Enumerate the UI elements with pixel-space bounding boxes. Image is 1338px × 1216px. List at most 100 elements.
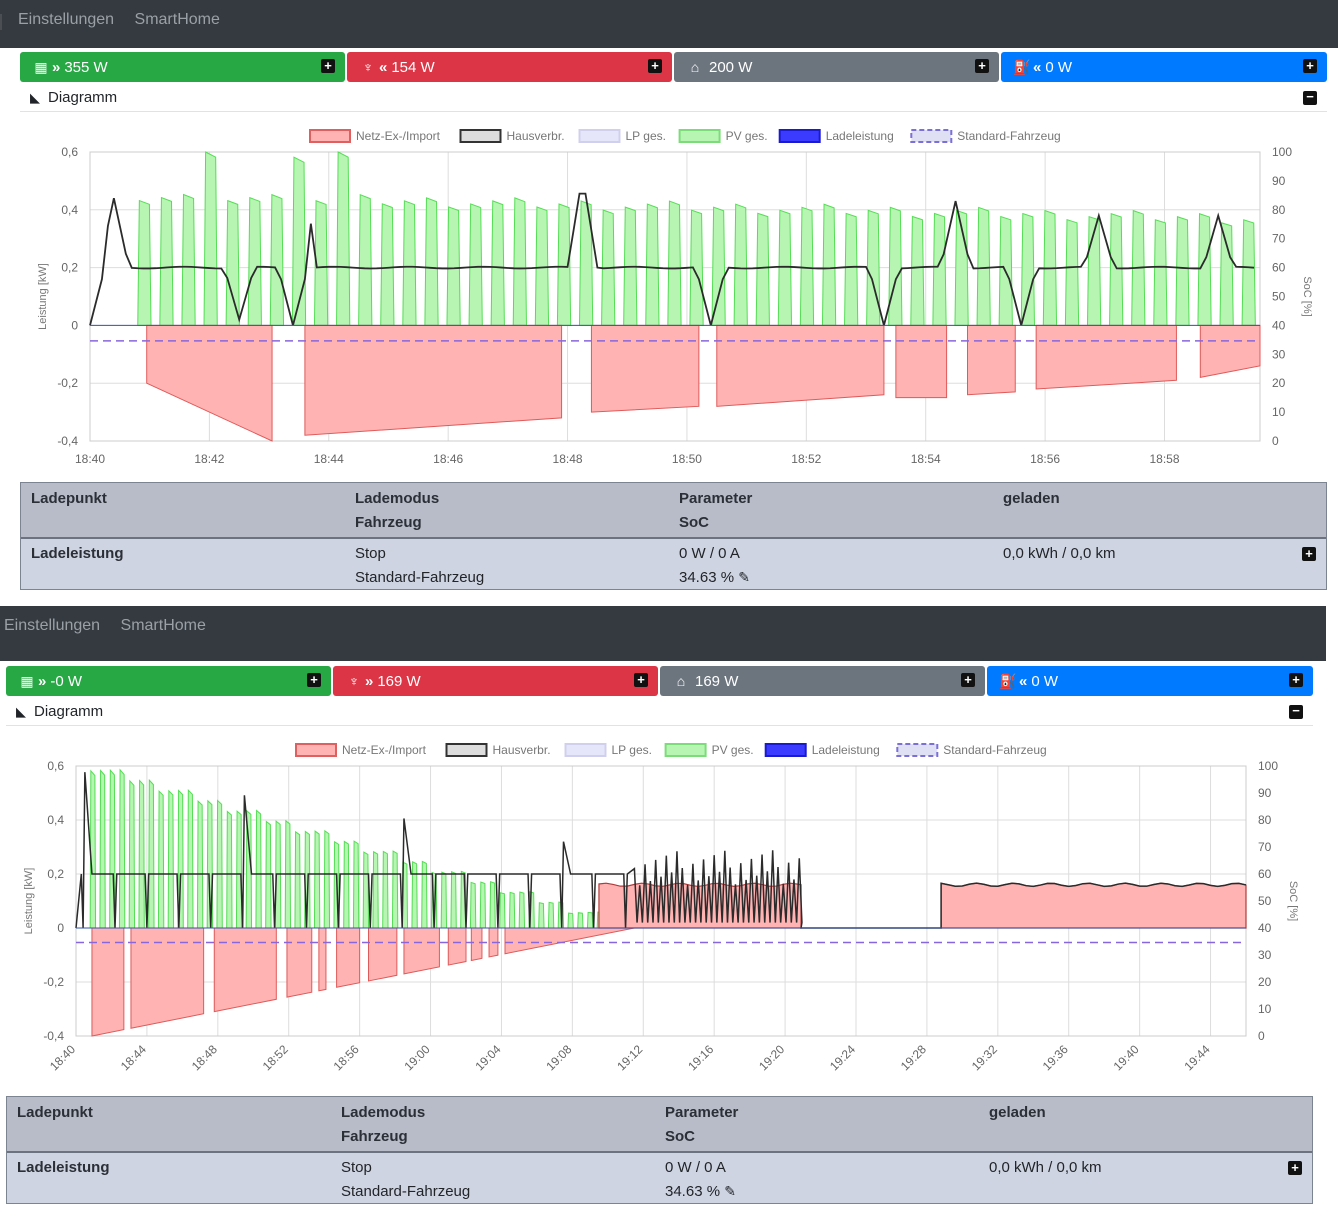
pv-area [645, 203, 660, 326]
legend-label[interactable]: Ladeleistung [826, 129, 894, 143]
expand-plus-icon[interactable]: + [961, 673, 975, 687]
y2-tick-label: 20 [1258, 975, 1272, 989]
pv-power-value: -0 W [50, 673, 83, 690]
legend-label[interactable]: Ladeleistung [812, 743, 880, 757]
y-tick-label: -0,2 [57, 376, 78, 390]
collapse-minus-icon[interactable]: − [1303, 90, 1317, 105]
power-param: 0 W / 0 A [665, 1159, 726, 1176]
charge-mode[interactable]: Stop [355, 545, 386, 562]
house-power-card[interactable]: ⌂ 200 W + [674, 52, 999, 82]
legend-label[interactable]: Hausverbr. [507, 129, 565, 143]
legend-item: Standard-Fahrzeug [896, 743, 1047, 757]
grid-area [1035, 324, 1177, 390]
pv-area [269, 193, 285, 326]
expand-plus-icon[interactable]: + [1302, 547, 1316, 561]
x-tick-label: 19:20 [756, 1042, 787, 1073]
diagram-header[interactable]: ◣ Diagramm − [20, 84, 1327, 112]
diagram-header[interactable]: ◣ Diagramm − [6, 698, 1313, 726]
pv-area [343, 840, 350, 929]
legend-swatch[interactable] [664, 743, 707, 757]
pv-area [508, 891, 516, 929]
y-tick-label: 0,6 [47, 759, 64, 773]
pv-power-card[interactable]: ▦» -0 W + [6, 666, 331, 696]
grid-power-card[interactable]: ♆» 169 W + [333, 666, 658, 696]
x-tick-label: 18:42 [194, 452, 224, 466]
diagram-title: Diagramm [34, 703, 104, 720]
charging-power-card[interactable]: ⛽ «0 W + [987, 666, 1313, 696]
expand-plus-icon[interactable]: + [634, 673, 648, 687]
energy-chart: Netz-Ex-/Import Hausverbr. LP ges. PV ges. L… [23, 743, 1299, 1073]
table-row[interactable]: Ladeleistung Stop Standard-Fahrzeug 0 W … [7, 1151, 1312, 1203]
grid-area [940, 882, 1247, 929]
expand-plus-icon[interactable]: + [1303, 59, 1317, 73]
expand-plus-icon[interactable]: + [1289, 673, 1303, 687]
legend-label[interactable]: LP ges. [612, 743, 652, 757]
grid-area [318, 927, 327, 992]
top-navbar: Einstellungen SmartHome [0, 606, 1326, 661]
legend-label[interactable]: LP ges. [626, 129, 666, 143]
charging-power-card[interactable]: ⛽ «0 W + [1001, 52, 1327, 82]
pv-area [711, 206, 726, 326]
pv-area [538, 902, 545, 929]
grid-area [336, 927, 361, 988]
pv-area [547, 901, 555, 929]
expand-plus-icon[interactable]: + [307, 673, 321, 687]
expand-plus-icon[interactable]: + [975, 59, 989, 73]
charging-power-value: 0 W [1031, 673, 1059, 690]
house-power-card[interactable]: ⌂ 169 W + [660, 666, 985, 696]
nav-einstellungen[interactable]: Einstellungen [18, 11, 114, 28]
legend-label[interactable]: Netz-Ex-/Import [356, 129, 441, 143]
collapse-minus-icon[interactable]: − [1289, 704, 1303, 719]
expand-plus-icon[interactable]: + [648, 59, 662, 73]
legend-label[interactable]: Hausverbr. [493, 743, 551, 757]
legend-label[interactable]: PV ges. [726, 129, 768, 143]
legend-label[interactable]: PV ges. [712, 743, 754, 757]
legend-swatch[interactable] [678, 129, 721, 143]
x-tick-label: 19:24 [827, 1042, 858, 1073]
legend-swatch[interactable] [764, 743, 807, 757]
legend-item: Standard-Fahrzeug [910, 129, 1061, 143]
x-tick-label: 18:56 [1030, 452, 1060, 466]
nav-einstellungen[interactable]: Einstellungen [4, 617, 100, 634]
legend-swatch[interactable] [564, 743, 607, 757]
legend-item: Ladeleistung [764, 743, 880, 757]
pv-power-card[interactable]: ▦» 355 W + [20, 52, 345, 82]
house-power-value: 200 W [709, 59, 753, 76]
legend-swatch[interactable] [910, 129, 953, 143]
legend-label[interactable]: Standard-Fahrzeug [943, 743, 1046, 757]
expand-plus-icon[interactable]: + [1288, 1161, 1302, 1175]
charge-mode[interactable]: Stop [341, 1159, 372, 1176]
expand-plus-icon[interactable]: + [321, 59, 335, 73]
nav-smarthome[interactable]: SmartHome [121, 617, 206, 634]
x-tick-label: 19:16 [685, 1042, 716, 1073]
grid-area [447, 927, 467, 966]
y2-tick-label: 30 [1272, 347, 1286, 361]
edit-icon[interactable]: ✎ [724, 1183, 740, 1200]
legend-label[interactable]: Standard-Fahrzeug [957, 129, 1060, 143]
edit-icon[interactable]: ✎ [738, 569, 754, 586]
grid-area [91, 927, 125, 1037]
pv-area [216, 799, 223, 929]
legend-swatch[interactable] [295, 743, 337, 757]
table-row[interactable]: Ladeleistung Stop Standard-Fahrzeug 0 W … [21, 537, 1326, 589]
legend-swatch[interactable] [445, 743, 488, 757]
legend-swatch[interactable] [578, 129, 621, 143]
x-tick-label: 19:44 [1182, 1042, 1213, 1073]
legend-swatch[interactable] [459, 129, 502, 143]
pv-area [187, 788, 194, 929]
top-navbar: Einstellungen SmartHome [0, 0, 1338, 48]
x-tick-label: 19:04 [472, 1042, 503, 1073]
power-param: 0 W / 0 A [679, 545, 740, 562]
nav-smarthome[interactable]: SmartHome [135, 11, 220, 28]
header-lademodus: Lademodus [355, 490, 440, 507]
legend-swatch[interactable] [896, 743, 939, 757]
x-tick-label: 19:40 [1111, 1042, 1142, 1073]
grid-power-card[interactable]: ♆ «154 W + [347, 52, 672, 82]
x-tick-label: 19:28 [898, 1042, 929, 1073]
legend-label[interactable]: Netz-Ex-/Import [342, 743, 427, 757]
pv-area [777, 209, 793, 326]
legend-swatch[interactable] [309, 129, 351, 143]
pv-area [148, 778, 155, 929]
vehicle-name: Standard-Fahrzeug [355, 569, 485, 586]
legend-swatch[interactable] [778, 129, 821, 143]
